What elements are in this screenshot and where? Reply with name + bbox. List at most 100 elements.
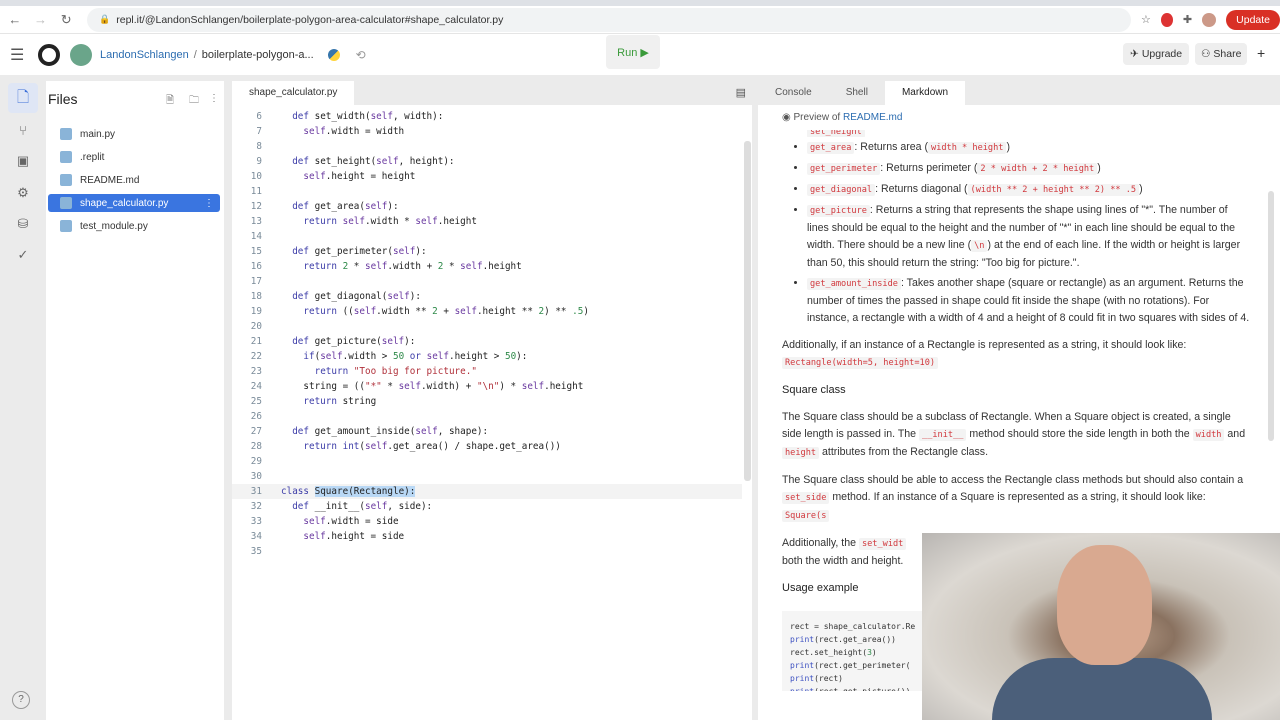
- line-number: 9: [256, 156, 262, 167]
- line-number: 19: [250, 306, 262, 317]
- code-line[interactable]: 14: [232, 229, 742, 244]
- code-line[interactable]: 28 return int(self.get_area() / shape.ge…: [232, 439, 742, 454]
- code-editor[interactable]: shape_calculator.py ▤ 6 def set_width(se…: [232, 81, 752, 720]
- user-avatar[interactable]: [70, 44, 92, 66]
- inline-code: get_diagonal: [807, 184, 876, 196]
- reload-icon[interactable]: ↻: [55, 12, 77, 28]
- code-line[interactable]: 22 if(self.width > 50 or self.height > 5…: [232, 349, 742, 364]
- tab-console[interactable]: Console: [758, 81, 829, 105]
- code-line[interactable]: 6 def set_width(self, width):: [232, 109, 742, 124]
- editor-tab[interactable]: shape_calculator.py: [232, 81, 354, 105]
- list-item: get_area: Returns area (width * height): [807, 139, 1252, 157]
- share-button[interactable]: ⚇ Share: [1195, 43, 1248, 65]
- line-number: 7: [256, 126, 262, 137]
- repl-name[interactable]: boilerplate-polygon-a...: [202, 49, 314, 61]
- replit-logo[interactable]: [38, 44, 60, 66]
- code-text: def get_diagonal(self):: [292, 291, 421, 302]
- code-line[interactable]: 10 self.height = height: [232, 169, 742, 184]
- code-line[interactable]: 25 return string: [232, 394, 742, 409]
- list-item: get_perimeter: Returns perimeter (2 * wi…: [807, 160, 1252, 178]
- editor-scrollbar[interactable]: [744, 141, 751, 481]
- tab-shell[interactable]: Shell: [829, 81, 885, 105]
- forward-icon[interactable]: →: [30, 12, 52, 27]
- star-icon[interactable]: ☆: [1137, 13, 1155, 27]
- code-line[interactable]: 21 def get_picture(self):: [232, 334, 742, 349]
- code-line[interactable]: 34 self.height = side: [232, 529, 742, 544]
- inline-code: set_widt: [858, 538, 907, 550]
- code-line[interactable]: 11: [232, 184, 742, 199]
- code-line[interactable]: 12 def get_area(self):: [232, 199, 742, 214]
- line-number: 18: [250, 291, 262, 302]
- file-item[interactable]: .replit: [48, 148, 220, 166]
- code-line[interactable]: 8: [232, 139, 742, 154]
- rocket-icon: ✈: [1130, 48, 1139, 60]
- more-options-icon[interactable]: ⋮: [209, 93, 219, 104]
- layout-toggle-icon[interactable]: ▤: [736, 86, 746, 99]
- upgrade-button[interactable]: ✈ Upgrade: [1123, 43, 1190, 65]
- code-line[interactable]: 9 def set_height(self, height):: [232, 154, 742, 169]
- help-button[interactable]: ?: [12, 691, 30, 709]
- code-line[interactable]: 33 self.width = side: [232, 514, 742, 529]
- code-area[interactable]: 6 def set_width(self, width): 7 self.widt…: [232, 109, 742, 559]
- extension-icon[interactable]: [1160, 12, 1173, 27]
- code-line[interactable]: 16 return 2 * self.width + 2 * self.heig…: [232, 259, 742, 274]
- text: attributes from the Rectangle class.: [819, 446, 989, 458]
- code-line[interactable]: 24 string = (("*" * self.width) + "\n") …: [232, 379, 742, 394]
- selection: Square(Rectangle):: [314, 486, 416, 497]
- code-line[interactable]: 23 return "Too big for picture.": [232, 364, 742, 379]
- url-text: repl.it/@LandonSchlangen/boilerplate-pol…: [116, 13, 504, 26]
- file-item[interactable]: shape_calculator.py ⋮: [48, 194, 220, 212]
- run-button[interactable]: Run ▶: [606, 35, 660, 69]
- text: method. If an instance of a Square is re…: [829, 491, 1206, 503]
- code-line[interactable]: 17: [232, 274, 742, 289]
- code-line[interactable]: 7 self.width = width: [232, 124, 742, 139]
- settings-icon[interactable]: ⚙: [13, 185, 33, 205]
- file-name: .replit: [80, 151, 105, 163]
- puzzle-icon[interactable]: ✚: [1179, 13, 1197, 27]
- new-folder-icon[interactable]: 🗀: [189, 93, 199, 110]
- add-pane-button[interactable]: +: [1257, 45, 1265, 61]
- readme-link[interactable]: README.md: [843, 112, 902, 123]
- line-number: 13: [250, 216, 262, 227]
- inline-code: width: [1192, 429, 1225, 441]
- history-icon[interactable]: ⟲: [356, 48, 366, 62]
- files-icon[interactable]: 🗋: [8, 83, 38, 113]
- code-line[interactable]: 13 return self.width * self.height: [232, 214, 742, 229]
- code-line[interactable]: 31 class Square(Rectangle):: [232, 484, 742, 499]
- packages-icon[interactable]: ▣: [13, 153, 33, 173]
- checkmark-icon[interactable]: ✓: [13, 247, 33, 267]
- hamburger-menu-icon[interactable]: ☰: [10, 45, 30, 65]
- update-button[interactable]: Update: [1226, 9, 1280, 30]
- code-line[interactable]: 30: [232, 469, 742, 484]
- file-item[interactable]: main.py: [48, 125, 220, 143]
- address-bar[interactable]: 🔒 repl.it/@LandonSchlangen/boilerplate-po…: [87, 7, 1132, 32]
- code-line[interactable]: 20: [232, 319, 742, 334]
- version-control-icon[interactable]: ⑂: [13, 123, 33, 143]
- code-text: self.width = width: [303, 126, 405, 137]
- code-line[interactable]: 35: [232, 544, 742, 559]
- code-line[interactable]: 18 def get_diagonal(self):: [232, 289, 742, 304]
- code-line[interactable]: 29: [232, 454, 742, 469]
- code-text: if(self.width > 50 or self.height > 50):: [303, 351, 528, 362]
- share-label: Share: [1213, 48, 1242, 60]
- upgrade-label: Upgrade: [1141, 48, 1183, 60]
- file-name: README.md: [80, 174, 140, 186]
- user-link[interactable]: LandonSchlangen: [100, 49, 189, 61]
- code-line[interactable]: 27 def get_amount_inside(self, shape):: [232, 424, 742, 439]
- code-line[interactable]: 26: [232, 409, 742, 424]
- database-icon[interactable]: ⛁: [13, 216, 33, 236]
- file-menu-icon[interactable]: ⋮: [204, 198, 214, 209]
- profile-avatar[interactable]: [1202, 12, 1217, 27]
- new-file-icon[interactable]: 🗎: [166, 93, 174, 110]
- paragraph: The Square class should be a subclass of…: [782, 409, 1252, 462]
- markdown-scrollbar[interactable]: [1268, 191, 1274, 441]
- back-icon[interactable]: ←: [4, 12, 26, 27]
- code-line[interactable]: 19 return ((self.width ** 2 + self.heigh…: [232, 304, 742, 319]
- file-item[interactable]: README.md: [48, 171, 220, 189]
- tab-markdown[interactable]: Markdown: [884, 81, 966, 105]
- line-number: 24: [250, 381, 262, 392]
- file-item[interactable]: test_module.py: [48, 217, 220, 235]
- code-line[interactable]: 15 def get_perimeter(self):: [232, 244, 742, 259]
- inline-code: __init__: [919, 429, 967, 441]
- code-line[interactable]: 32 def __init__(self, side):: [232, 499, 742, 514]
